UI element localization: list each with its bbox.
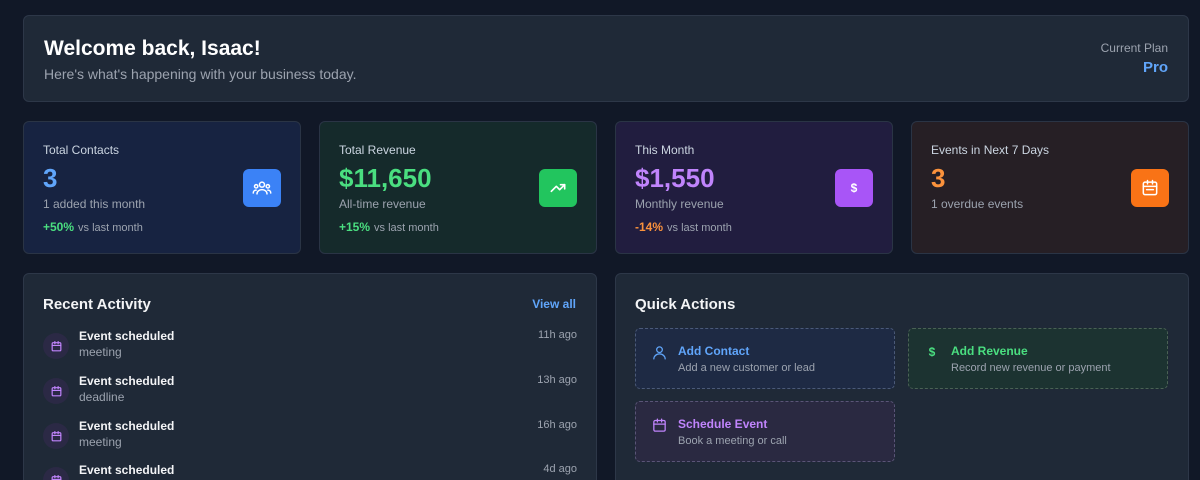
add-revenue-button[interactable]: $ Add Revenue Record new revenue or paym… [908, 328, 1168, 389]
stat-card-total-contacts: Total Contacts 3 1 added this month +50%… [23, 121, 301, 254]
dollar-icon: $ [835, 169, 873, 207]
welcome-banner: Welcome back, Isaac! Here's what's happe… [23, 15, 1189, 102]
quick-action-title: Add Contact [678, 344, 750, 358]
quick-action-desc: Book a meeting or call [678, 435, 787, 447]
trend-percent: +50% [43, 220, 75, 234]
activity-subtitle: meeting [79, 345, 122, 359]
calendar-icon [43, 333, 69, 359]
quick-actions-title: Quick Actions [635, 296, 736, 313]
activity-time: 11h ago [538, 329, 577, 341]
add-contact-button[interactable]: Add Contact Add a new customer or lead [635, 328, 895, 389]
activity-time: 13h ago [537, 374, 577, 386]
activity-item[interactable]: Event scheduled meeting 11h ago [43, 329, 577, 369]
calendar-icon [650, 416, 668, 434]
stat-trend: +50% vs last month [43, 220, 143, 234]
stat-desc: 1 overdue events [931, 197, 1024, 211]
quick-action-desc: Record new revenue or payment [951, 362, 1111, 374]
trending-up-icon [539, 169, 577, 207]
activity-time: 4d ago [543, 463, 577, 475]
quick-action-desc: Add a new customer or lead [678, 362, 815, 374]
stat-label: Total Revenue [339, 143, 416, 157]
calendar-icon [43, 467, 69, 480]
trend-percent: -14% [635, 220, 664, 234]
calendar-icon [43, 378, 69, 404]
activity-title: Event scheduled [79, 419, 175, 433]
stat-value: $1,550 [635, 163, 715, 193]
activity-item[interactable]: Event scheduled 4d ago [43, 463, 577, 480]
schedule-event-button[interactable]: Schedule Event Book a meeting or call [635, 401, 895, 462]
activity-subtitle: meeting [79, 435, 122, 449]
activity-title: Event scheduled [79, 329, 175, 343]
stat-label: Events in Next 7 Days [931, 143, 1050, 157]
dashboard-page: Welcome back, Isaac! Here's what's happe… [0, 0, 1200, 480]
user-icon [650, 343, 668, 361]
plan-label: Current Plan [1100, 41, 1168, 55]
quick-action-title: Schedule Event [678, 417, 768, 431]
stat-trend: +15% vs last month [339, 220, 439, 234]
trend-percent: +15% [339, 220, 371, 234]
stat-value: 3 [931, 163, 946, 193]
quick-actions-panel: Quick Actions Add Contact Add a new cust… [615, 273, 1189, 480]
activity-item[interactable]: Event scheduled deadline 13h ago [43, 374, 577, 414]
activity-time: 16h ago [537, 419, 577, 431]
stat-card-events-next-7-days: Events in Next 7 Days 3 1 overdue events [911, 121, 1189, 254]
stat-card-total-revenue: Total Revenue $11,650 All-time revenue +… [319, 121, 597, 254]
welcome-title: Welcome back, Isaac! [44, 37, 261, 60]
dollar-icon: $ [928, 345, 936, 359]
stat-desc: Monthly revenue [635, 197, 724, 211]
stat-desc: All-time revenue [339, 197, 426, 211]
activity-item[interactable]: Event scheduled meeting 16h ago [43, 419, 577, 459]
view-all-link[interactable]: View all [532, 297, 576, 311]
recent-activity-title: Recent Activity [43, 296, 151, 313]
trend-text: vs last month [667, 222, 732, 234]
stat-value: 3 [43, 163, 58, 193]
trend-text: vs last month [374, 222, 439, 234]
activity-title: Event scheduled [79, 463, 175, 477]
stat-label: This Month [635, 143, 695, 157]
stat-label: Total Contacts [43, 143, 120, 157]
calendar-icon [43, 423, 69, 449]
users-icon [243, 169, 281, 207]
stat-card-this-month: This Month $1,550 Monthly revenue -14% vs… [615, 121, 893, 254]
activity-title: Event scheduled [79, 374, 175, 388]
stat-trend: -14% vs last month [635, 220, 732, 234]
quick-action-title: Add Revenue [951, 344, 1028, 358]
stat-value: $11,650 [339, 163, 432, 193]
calendar-icon [1131, 169, 1169, 207]
stat-desc: 1 added this month [43, 197, 146, 211]
activity-subtitle: deadline [79, 390, 125, 404]
recent-activity-panel: Recent Activity View all Event scheduled… [23, 273, 597, 480]
trend-text: vs last month [78, 222, 143, 234]
welcome-subtitle: Here's what's happening with your busine… [44, 66, 357, 82]
plan-value: Pro [1142, 59, 1168, 76]
